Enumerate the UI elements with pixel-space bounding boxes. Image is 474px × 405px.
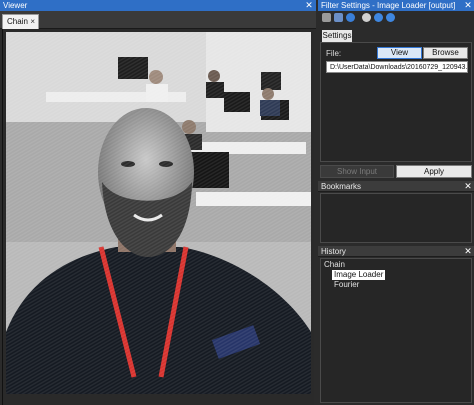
viewer-canvas[interactable] (2, 29, 314, 405)
show-input-button: Show Input (320, 165, 394, 178)
file-path-field[interactable]: D:\UserData\Downloads\20160729_120943.jp… (326, 61, 468, 73)
history-close-icon[interactable]: ✕ (463, 246, 473, 257)
refresh-icon[interactable] (362, 13, 371, 22)
bookmarks-titlebar: Bookmarks ✕ (318, 181, 474, 192)
filter-settings-toolbar (318, 11, 474, 25)
forward-icon[interactable] (386, 13, 395, 22)
filter-settings-close-icon[interactable]: ✕ (463, 0, 473, 11)
tab-chain[interactable]: Chain × (2, 14, 39, 29)
viewer-close-icon[interactable]: ✕ (304, 0, 314, 11)
image-preview (6, 32, 311, 394)
view-button[interactable]: View (377, 47, 422, 59)
history-item-image-loader[interactable]: Image Loader (332, 270, 386, 280)
file-label: File: (326, 49, 342, 58)
layers-icon[interactable] (334, 13, 343, 22)
apply-button[interactable]: Apply (396, 165, 472, 178)
history-item-chain[interactable]: Chain (324, 260, 345, 270)
settings-tabrow: Settings (320, 30, 472, 42)
back-icon[interactable] (374, 13, 383, 22)
grid-icon[interactable] (322, 13, 331, 22)
tab-chain-label: Chain (7, 17, 28, 26)
viewer-tabbar: Chain × (0, 11, 316, 29)
viewer-titlebar: Viewer ✕ (0, 0, 316, 11)
tab-settings[interactable]: Settings (322, 30, 352, 42)
bookmarks-title: Bookmarks (321, 182, 362, 191)
history-title: History (321, 247, 346, 256)
history-item-fourier[interactable]: Fourier (334, 280, 359, 290)
history-panel: Chain Image Loader Fourier (320, 258, 472, 403)
viewer-title: Viewer (3, 1, 28, 10)
tab-close-icon[interactable]: × (30, 15, 35, 29)
filter-settings-titlebar: Filter Settings - Image Loader [output] … (318, 0, 474, 21)
history-titlebar: History ✕ (318, 246, 474, 257)
settings-panel: File: View Browse D:\UserData\Downloads\… (320, 42, 472, 162)
bookmarks-panel (320, 193, 472, 243)
browse-button[interactable]: Browse (423, 47, 468, 59)
settings-icon[interactable] (346, 13, 355, 22)
bookmarks-close-icon[interactable]: ✕ (463, 181, 473, 192)
